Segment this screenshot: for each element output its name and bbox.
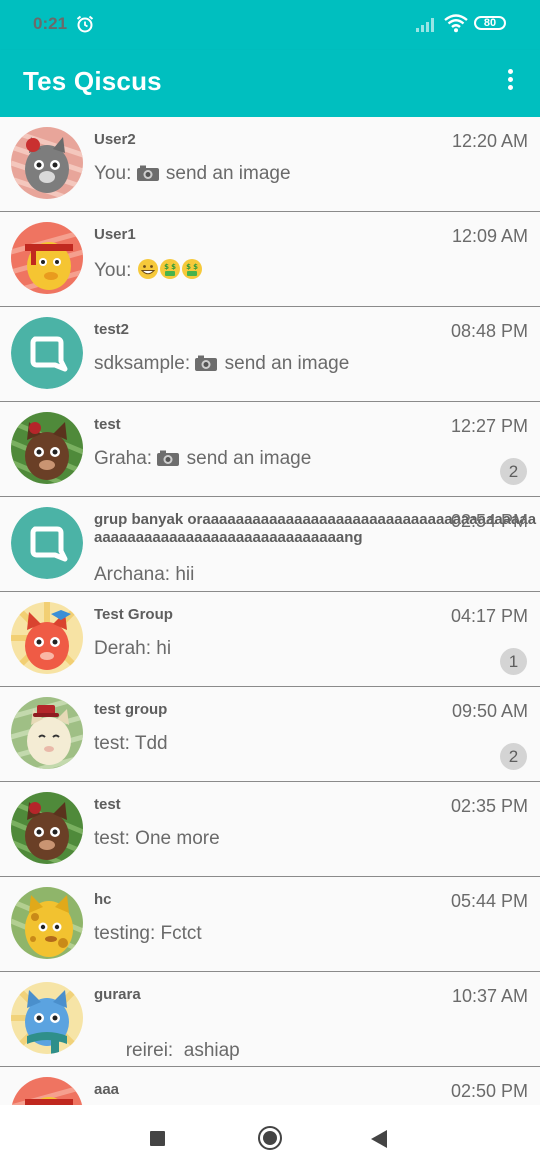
conversation-time: 04:17 PM xyxy=(450,606,528,626)
brown-cat-avatar xyxy=(11,412,83,484)
conversation-time: 02:50 PM xyxy=(450,1081,528,1101)
conversation-preview: You: $ $ $ $ xyxy=(94,258,203,282)
conversation-preview: Graha: send an image xyxy=(94,448,311,470)
preview-prefix: You: xyxy=(94,163,137,184)
conversation-row[interactable]: test 02:35 PM test: One more xyxy=(0,782,540,877)
preview-text: send an image xyxy=(224,353,350,374)
money-face-emoji: $ $ xyxy=(159,259,180,279)
yellow-cat-headband-avatar xyxy=(11,222,83,294)
system-nav-bar xyxy=(0,1105,540,1170)
brown-cat-avatar xyxy=(11,792,83,864)
preview-text: Archana: hii xyxy=(94,564,195,585)
preview-text: send an image xyxy=(186,448,312,469)
preview-text: testing: Fctct xyxy=(94,923,202,944)
preview-text: Derah: hi xyxy=(94,638,172,659)
camera-icon xyxy=(136,165,159,181)
conversation-row[interactable]: hc 05:44 PM testing: Fctct xyxy=(0,877,540,972)
battery-icon: 80 xyxy=(474,16,506,30)
conversation-time: 05:44 PM xyxy=(450,891,528,911)
conversation-preview: Derah: hi xyxy=(94,638,171,660)
conversation-preview: sdksample: send an image xyxy=(94,353,349,375)
unread-badge: 1 xyxy=(500,648,527,675)
qiscus-logo-avatar xyxy=(11,507,83,579)
status-bar: 0:21 80 xyxy=(0,0,540,50)
conversation-row[interactable]: aaa 02:50 PM xyxy=(0,1067,540,1105)
conversation-time: 10:37 AM xyxy=(451,986,528,1006)
unread-badge: 2 xyxy=(500,743,527,770)
more-vert-icon[interactable] xyxy=(496,66,524,96)
preview-prefix: You: xyxy=(94,260,137,281)
wifi-icon xyxy=(444,14,468,33)
app-title: Tes Qiscus xyxy=(23,66,162,96)
blue-cat-scarf-avatar xyxy=(11,982,83,1054)
conversation-time: 08:48 PM xyxy=(450,321,528,341)
grinning-emoji xyxy=(137,259,158,279)
unread-badge: 2 xyxy=(500,458,527,485)
conversation-time: 12:09 AM xyxy=(451,226,528,246)
conversation-preview: Archana: hii xyxy=(94,564,194,586)
conversation-time: 12:20 AM xyxy=(451,131,528,151)
giraffe-cat-avatar xyxy=(11,887,83,959)
camera-icon xyxy=(157,450,180,466)
conversation-row[interactable]: test2 08:48 PM sdksample: send an image xyxy=(0,307,540,402)
red-cat-bow-avatar xyxy=(11,602,83,674)
conversation-row[interactable]: User2 12:20 AM You: send an image xyxy=(0,117,540,212)
conversation-preview: testing: Fctct xyxy=(94,923,202,945)
conversation-time: 12:27 PM xyxy=(450,416,528,436)
conversation-row[interactable]: test group 09:50 AM test: Tdd 2 xyxy=(0,687,540,782)
conversation-time: 02:54 PM xyxy=(450,511,528,531)
alarm-icon xyxy=(76,15,94,33)
conversation-row[interactable]: gurara 10:37 AM reirei: ashiap xyxy=(0,972,540,1067)
cream-cat-hat-avatar xyxy=(11,697,83,769)
gray-cat-avatar xyxy=(11,127,83,199)
camera-icon xyxy=(195,355,218,371)
preview-text: test: Tdd xyxy=(94,733,168,754)
money-face-emoji: $ $ xyxy=(181,259,202,279)
yellow-cat-headband-avatar xyxy=(11,1077,83,1105)
conversation-row[interactable]: grup banyak oraaaaaaaaaaaaaaaaaaaaaaaaaa… xyxy=(0,497,540,592)
conversation-preview: You: send an image xyxy=(94,163,291,185)
app-bar: Tes Qiscus xyxy=(0,50,540,117)
preview-text: test: One more xyxy=(94,828,220,849)
conversation-preview: test: Tdd xyxy=(94,733,168,755)
svg-text:$: $ xyxy=(193,263,198,271)
conversation-preview: test: One more xyxy=(94,828,220,850)
signal-icon xyxy=(416,18,434,32)
preview-text: reirei: ashiap xyxy=(125,1040,240,1061)
svg-text:$: $ xyxy=(171,263,176,271)
preview-prefix: sdksample: xyxy=(94,353,196,374)
svg-text:$: $ xyxy=(186,263,191,271)
conversation-row[interactable]: Test Group 04:17 PM Derah: hi 1 xyxy=(0,592,540,687)
conversation-time: 09:50 AM xyxy=(451,701,528,721)
preview-text: send an image xyxy=(165,163,291,184)
conversation-row[interactable]: User1 12:09 AM You: $ $ $ $ xyxy=(0,212,540,307)
svg-text:$: $ xyxy=(164,263,169,271)
preview-prefix: Graha: xyxy=(94,448,158,469)
back-triangle-icon[interactable] xyxy=(370,1129,388,1149)
conversation-list[interactable]: User2 12:20 AM You: send an image User1 … xyxy=(0,117,540,1105)
conversation-row[interactable]: test 12:27 PM Graha: send an image 2 xyxy=(0,402,540,497)
recents-square-icon[interactable] xyxy=(150,1131,165,1146)
home-circle-icon[interactable] xyxy=(258,1126,282,1150)
qiscus-logo-avatar xyxy=(11,317,83,389)
conversation-time: 02:35 PM xyxy=(450,796,528,816)
